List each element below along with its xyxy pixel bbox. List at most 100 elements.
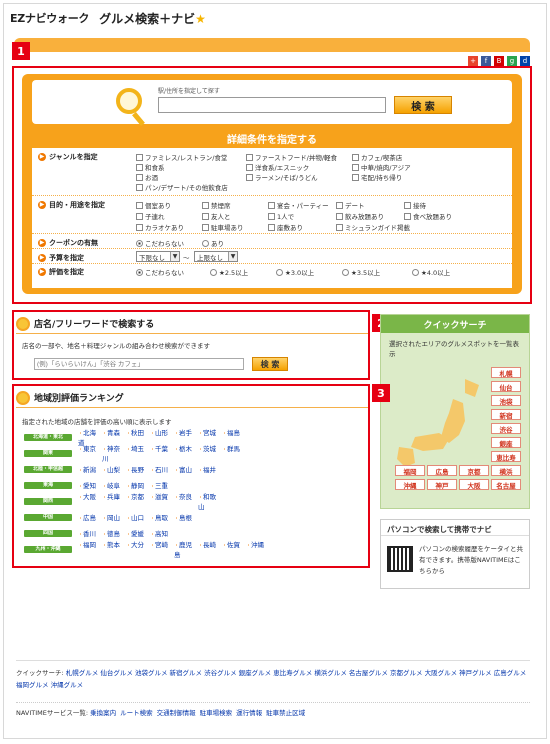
rating-radio[interactable]: ★2.5以上: [210, 267, 248, 277]
ranking-link[interactable]: 群馬: [222, 443, 246, 463]
ranking-link[interactable]: 茨城: [198, 443, 222, 463]
ranking-link[interactable]: 高知: [150, 528, 174, 538]
share-icon-2[interactable]: f: [481, 56, 491, 66]
quick-city[interactable]: 沖縄: [395, 479, 425, 490]
footer-link[interactable]: 渋谷グルメ: [204, 669, 237, 677]
coupon-radio[interactable]: こだわらない: [136, 238, 184, 248]
purpose-checkbox[interactable]: 友人と: [202, 211, 231, 221]
ranking-link[interactable]: 山梨: [102, 464, 126, 474]
footer-link[interactable]: 新宿グルメ: [170, 669, 203, 677]
ranking-link[interactable]: 山口: [126, 512, 150, 522]
ranking-link[interactable]: 徳島: [102, 528, 126, 538]
purpose-checkbox[interactable]: 接待: [404, 200, 426, 210]
ranking-link[interactable]: 滋賀: [150, 491, 174, 511]
service-link[interactable]: 乗換案内: [90, 709, 116, 717]
purpose-checkbox[interactable]: 飲み放題あり: [336, 211, 384, 221]
coupon-radio[interactable]: あり: [202, 238, 224, 248]
quick-city[interactable]: 京都: [459, 465, 489, 476]
ranking-link[interactable]: 宮崎: [150, 539, 174, 559]
service-link[interactable]: 駐車場検索: [200, 709, 233, 717]
ranking-link[interactable]: 鳥取: [150, 512, 174, 522]
ranking-link[interactable]: 熊本: [102, 539, 126, 559]
quick-city[interactable]: 横浜: [491, 465, 521, 476]
service-link[interactable]: ルート検索: [120, 709, 153, 717]
footer-link[interactable]: 沖縄グルメ: [51, 681, 84, 689]
quick-city[interactable]: 新宿: [491, 409, 521, 420]
rating-radio[interactable]: ★3.5以上: [342, 267, 380, 277]
purpose-checkbox[interactable]: 1人で: [268, 211, 294, 221]
footer-link[interactable]: 福岡グルメ: [16, 681, 49, 689]
ranking-link[interactable]: 大分: [126, 539, 150, 559]
genre-checkbox[interactable]: 中華/焼肉/アジア: [352, 162, 411, 172]
quick-city[interactable]: 札幌: [491, 367, 521, 378]
station-search-input[interactable]: [158, 97, 386, 113]
service-link[interactable]: 運行情報: [236, 709, 262, 717]
genre-checkbox[interactable]: パン/デザート/その他飲食店: [136, 182, 228, 192]
share-icon-4[interactable]: g: [507, 56, 517, 66]
quick-city[interactable]: 名古屋: [491, 479, 521, 490]
purpose-checkbox[interactable]: デート: [336, 200, 365, 210]
purpose-checkbox[interactable]: 駐車場あり: [202, 222, 244, 232]
footer-link[interactable]: 京都グルメ: [390, 669, 423, 677]
ranking-link[interactable]: 大阪: [78, 491, 102, 511]
genre-checkbox[interactable]: ファミレス/レストラン/食堂: [136, 152, 227, 162]
footer-link[interactable]: 神戸グルメ: [459, 669, 492, 677]
quick-city[interactable]: 福岡: [395, 465, 425, 476]
search-button[interactable]: 検 索: [394, 96, 452, 114]
detail-title[interactable]: 詳細条件を指定する: [32, 128, 512, 148]
ranking-link[interactable]: 長崎: [198, 539, 222, 559]
quick-city[interactable]: 仙台: [491, 381, 521, 392]
ranking-link[interactable]: 鹿児島: [174, 539, 198, 559]
ranking-link[interactable]: 神奈川: [102, 443, 126, 463]
quick-city[interactable]: 恵比寿: [491, 451, 521, 462]
ranking-link[interactable]: 埼玉: [126, 443, 150, 463]
rating-radio[interactable]: ★3.0以上: [276, 267, 314, 277]
purpose-checkbox[interactable]: 座敷あり: [268, 222, 303, 232]
genre-checkbox[interactable]: カフェ/喫茶店: [352, 152, 402, 162]
ranking-link[interactable]: 栃木: [174, 443, 198, 463]
ranking-link[interactable]: 東京: [78, 443, 102, 463]
pc-search-text[interactable]: パソコンの検索履歴をケータイと共有できます。携帯版NAVITIMEはこちらから: [419, 544, 527, 577]
quick-city[interactable]: 銀座: [491, 437, 521, 448]
purpose-checkbox[interactable]: 食べ放題あり: [404, 211, 452, 221]
ranking-link[interactable]: 奈良: [174, 491, 198, 511]
quick-city[interactable]: 池袋: [491, 395, 521, 406]
service-link[interactable]: 交通制御情報: [157, 709, 196, 717]
genre-checkbox[interactable]: ラーメン/そば/うどん: [246, 172, 318, 182]
purpose-checkbox[interactable]: 禁煙席: [202, 200, 231, 210]
quick-city[interactable]: 広島: [427, 465, 457, 476]
footer-link[interactable]: 広島グルメ: [494, 669, 527, 677]
footer-link[interactable]: 札幌グルメ: [66, 669, 99, 677]
ranking-link[interactable]: 香川: [78, 528, 102, 538]
footer-link[interactable]: 恵比寿グルメ: [273, 669, 312, 677]
ranking-link[interactable]: 和歌山: [198, 491, 222, 511]
genre-checkbox[interactable]: 和食系: [136, 162, 165, 172]
ranking-link[interactable]: 京都: [126, 491, 150, 511]
purpose-checkbox[interactable]: 宴会・パーティー: [268, 200, 329, 210]
ranking-link[interactable]: 兵庫: [102, 491, 126, 511]
purpose-checkbox[interactable]: カラオケあり: [136, 222, 184, 232]
ranking-link[interactable]: 石川: [150, 464, 174, 474]
ranking-link[interactable]: 千葉: [150, 443, 174, 463]
ranking-link[interactable]: 佐賀: [222, 539, 246, 559]
share-icon-5[interactable]: d: [520, 56, 530, 66]
name-search-input[interactable]: [34, 358, 244, 370]
ranking-link[interactable]: 岐阜: [102, 480, 126, 490]
ranking-link[interactable]: 静岡: [126, 480, 150, 490]
genre-checkbox[interactable]: 洋食系/エスニック: [246, 162, 309, 172]
ranking-link[interactable]: 愛知: [78, 480, 102, 490]
budget-min-select[interactable]: 下限なし ▼: [136, 251, 180, 262]
purpose-checkbox[interactable]: ミシュランガイド掲載: [336, 222, 410, 232]
share-icon-3[interactable]: B: [494, 56, 504, 66]
genre-checkbox[interactable]: 宅配/持ち帰り: [352, 172, 402, 182]
ranking-link[interactable]: 岡山: [102, 512, 126, 522]
ranking-link[interactable]: 島根: [174, 512, 198, 522]
ranking-link[interactable]: 福岡: [78, 539, 102, 559]
ranking-link[interactable]: 長野: [126, 464, 150, 474]
quick-city[interactable]: 渋谷: [491, 423, 521, 434]
footer-link[interactable]: 池袋グルメ: [135, 669, 168, 677]
ranking-link[interactable]: 愛媛: [126, 528, 150, 538]
quick-city[interactable]: 大阪: [459, 479, 489, 490]
ranking-link[interactable]: 福井: [198, 464, 222, 474]
share-icon-1[interactable]: +: [468, 56, 478, 66]
